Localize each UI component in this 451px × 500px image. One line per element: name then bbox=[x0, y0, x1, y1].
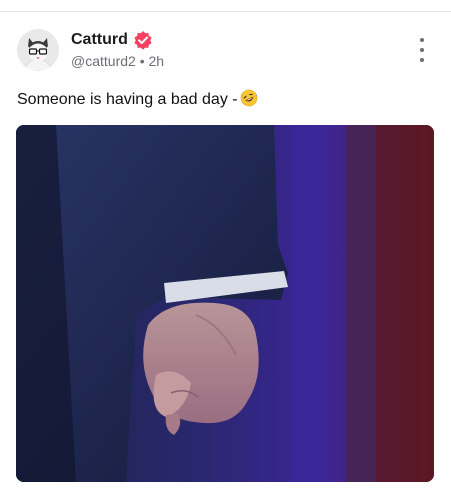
post-text: Someone is having a bad day - bbox=[17, 91, 238, 108]
post-time[interactable]: 2h bbox=[149, 53, 165, 69]
verified-badge-icon bbox=[133, 30, 153, 50]
cat-avatar-image bbox=[17, 29, 59, 71]
meta-separator: • bbox=[139, 53, 145, 69]
author-name[interactable]: Catturd bbox=[71, 31, 128, 49]
suit-sleeve-fist-image bbox=[16, 125, 434, 482]
post-image[interactable] bbox=[16, 125, 434, 482]
post-text-row: Someone is having a bad day - bbox=[17, 89, 258, 112]
rolling-on-floor-laughing-emoji-icon bbox=[240, 89, 258, 112]
top-divider bbox=[0, 11, 451, 12]
post-meta: @catturd2 • 2h bbox=[71, 53, 164, 69]
author-handle[interactable]: @catturd2 bbox=[71, 53, 136, 69]
more-vertical-icon[interactable] bbox=[413, 38, 431, 62]
author-row: Catturd bbox=[71, 30, 153, 50]
avatar[interactable] bbox=[17, 29, 59, 71]
